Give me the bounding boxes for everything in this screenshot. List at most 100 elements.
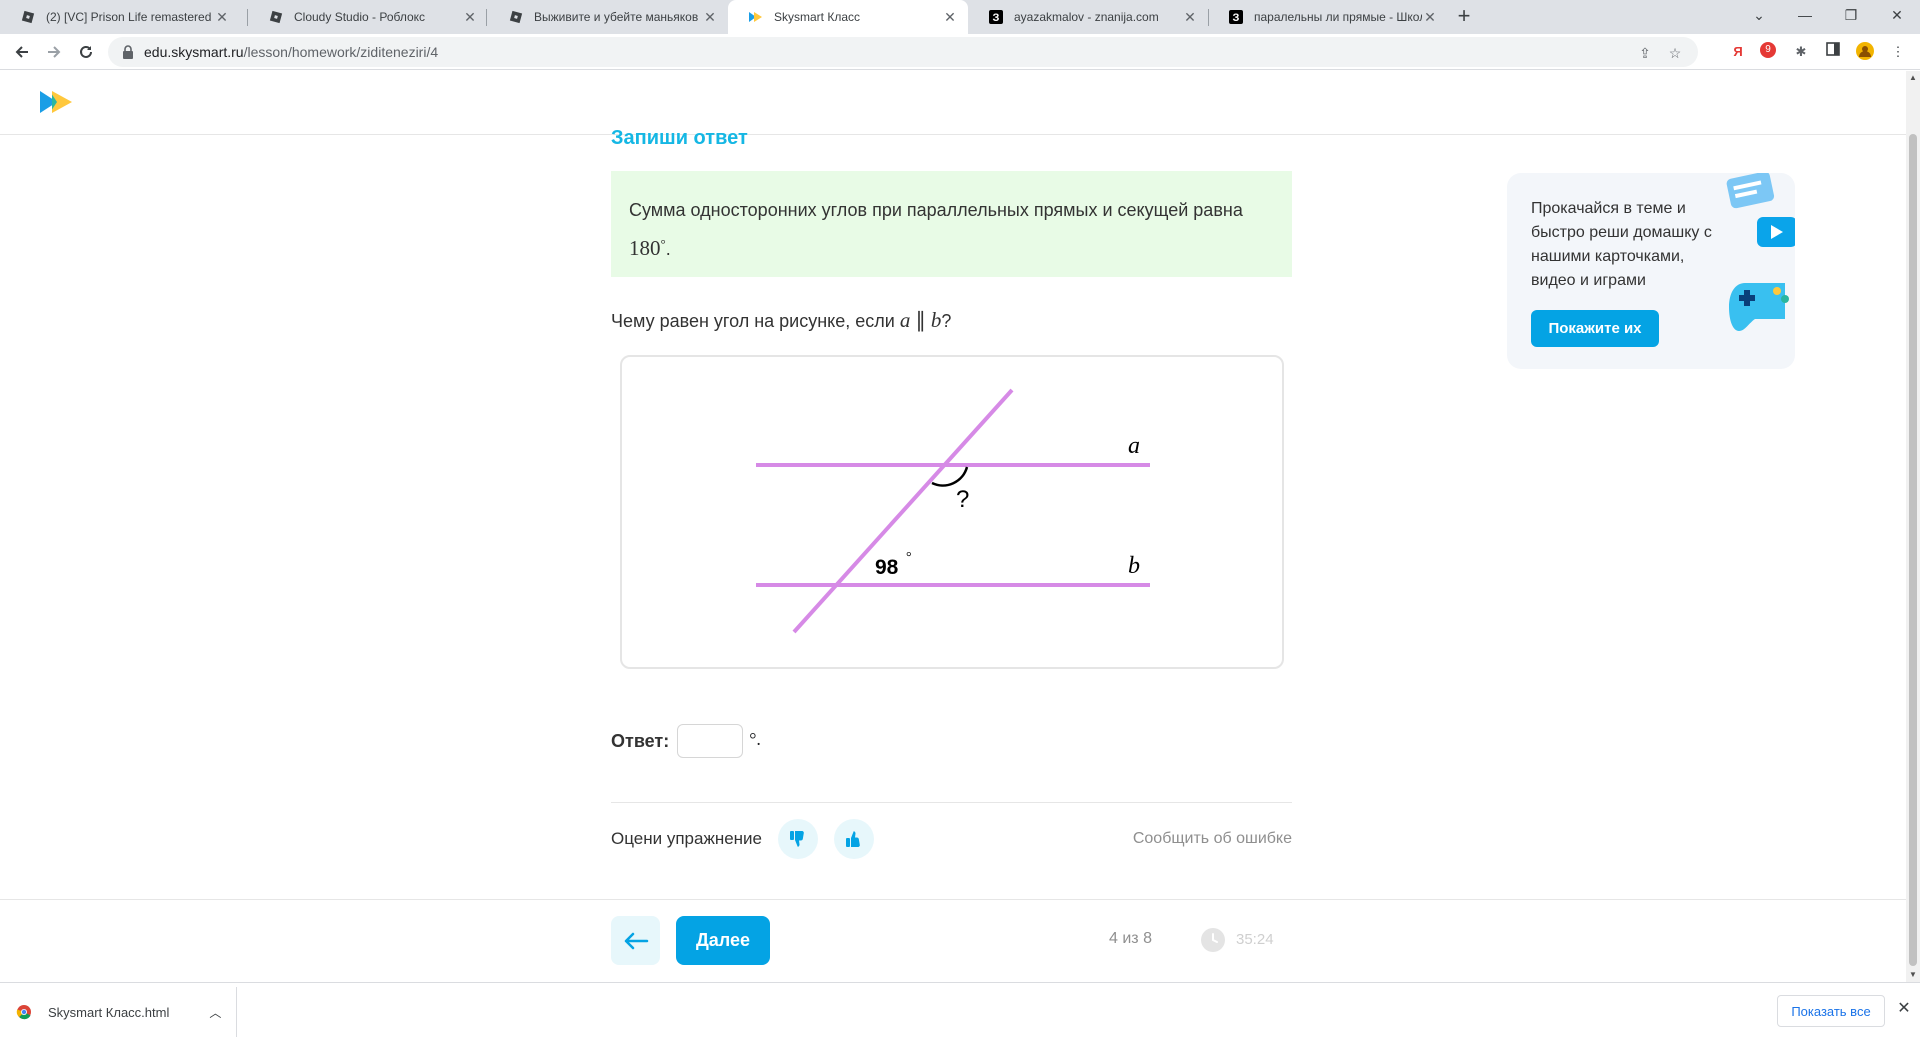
tab-znanija-question[interactable]: З паралельны ли прямые - Школ ✕ bbox=[1208, 0, 1448, 34]
angle-arc bbox=[931, 466, 969, 487]
tab-znanija-profile[interactable]: З ayazakmalov - znanija.com ✕ bbox=[968, 0, 1208, 34]
question-var-b: b bbox=[930, 308, 942, 332]
download-separator bbox=[236, 987, 237, 1037]
tab-title: паралельны ли прямые - Школ bbox=[1254, 10, 1422, 24]
back-button[interactable] bbox=[611, 916, 660, 965]
thumbs-down-button[interactable] bbox=[778, 819, 818, 859]
new-tab-button[interactable]: + bbox=[1452, 5, 1476, 29]
skysmart-logo[interactable] bbox=[40, 89, 74, 115]
known-angle-degree: ° bbox=[906, 550, 912, 565]
thumbs-up-button[interactable] bbox=[834, 819, 874, 859]
url-host: edu.skysmart.ru bbox=[144, 44, 244, 60]
roblox-icon bbox=[269, 10, 283, 24]
tab-title: Skysmart Класс bbox=[774, 10, 861, 24]
answer-degree-unit: °. bbox=[749, 728, 761, 749]
reload-icon[interactable] bbox=[72, 38, 100, 66]
close-icon[interactable]: ✕ bbox=[1422, 9, 1438, 25]
close-icon[interactable]: ✕ bbox=[702, 9, 718, 25]
promo-text: Прокачайся в теме и быстро реши домашку … bbox=[1531, 200, 1712, 289]
address-bar[interactable]: edu.skysmart.ru/lesson/homework/ziditene… bbox=[108, 37, 1698, 67]
answer-input[interactable] bbox=[677, 724, 744, 758]
progress-indicator: 4 из 8 bbox=[1109, 930, 1152, 947]
gamepad-icon bbox=[1729, 283, 1789, 331]
thumbs-down-icon bbox=[790, 831, 804, 847]
tab-strip: (2) [VC] Prison Life remastered (B ✕ Clo… bbox=[0, 0, 1920, 34]
restore-button[interactable]: ❐ bbox=[1828, 0, 1874, 30]
report-error-link[interactable]: Сообщить об ошибке bbox=[1133, 830, 1292, 848]
tab-skysmart[interactable]: Skysmart Класс ✕ bbox=[728, 0, 968, 34]
url-path: /lesson/homework/ziditeneziri/4 bbox=[243, 44, 439, 60]
notification-badge-icon[interactable]: 9 bbox=[1760, 42, 1776, 58]
minimize-button[interactable]: — bbox=[1782, 0, 1828, 30]
promo-button[interactable]: Покажите их bbox=[1531, 310, 1659, 347]
scroll-down-icon[interactable]: ▼ bbox=[1906, 968, 1920, 982]
promo-card: Прокачайся в теме и быстро реши домашку … bbox=[1507, 173, 1795, 369]
parallel-lines-diagram: a b ? 98 ° bbox=[756, 388, 1150, 634]
label-a: a bbox=[1128, 433, 1140, 459]
close-window-button[interactable]: ✕ bbox=[1874, 0, 1920, 30]
close-icon[interactable]: ✕ bbox=[462, 9, 478, 25]
chevron-up-icon[interactable]: ︿ bbox=[209, 1004, 221, 1021]
geometry-figure: a b ? 98 ° bbox=[620, 355, 1284, 669]
back-arrow-icon[interactable] bbox=[8, 38, 36, 66]
arrow-left-icon bbox=[624, 932, 648, 949]
tab-search-button[interactable]: ⌄ bbox=[1736, 0, 1782, 30]
extensions-puzzle-icon[interactable]: ✱ bbox=[1791, 42, 1811, 62]
roblox-icon bbox=[509, 10, 523, 24]
hint-box: Сумма односторонних углов при параллельн… bbox=[611, 171, 1292, 277]
known-angle-label: 98 bbox=[875, 556, 899, 579]
show-all-downloads-button[interactable]: Показать все bbox=[1777, 995, 1885, 1027]
side-panel-icon[interactable] bbox=[1823, 42, 1843, 62]
download-filename: Skysmart Класс.html bbox=[48, 1004, 170, 1020]
answer-row: Ответ: °. bbox=[611, 724, 761, 758]
question-prefix: Чему равен угол на рисунке, если bbox=[611, 311, 895, 331]
footer-divider bbox=[0, 899, 1906, 900]
video-icon bbox=[1757, 217, 1795, 247]
section-title: Запиши ответ bbox=[611, 127, 748, 149]
tab-separator bbox=[486, 9, 487, 26]
download-item[interactable]: Skysmart Класс.html ︿ bbox=[16, 995, 221, 1029]
skysmart-icon bbox=[749, 12, 762, 22]
roblox-icon bbox=[21, 10, 35, 24]
tab-prison-life[interactable]: (2) [VC] Prison Life remastered (B ✕ bbox=[0, 0, 240, 34]
forward-arrow-icon[interactable] bbox=[40, 38, 68, 66]
close-icon[interactable]: ✕ bbox=[214, 9, 230, 25]
scrollbar-thumb[interactable] bbox=[1909, 134, 1917, 966]
bookmark-star-icon[interactable]: ☆ bbox=[1666, 44, 1684, 62]
hint-value: 180 bbox=[629, 236, 661, 260]
question-text: Чему равен угол на рисунке, если a ∥ b? bbox=[611, 308, 951, 333]
tab-title: Cloudy Studio - Роблокс bbox=[294, 10, 426, 24]
lock-icon bbox=[123, 45, 133, 59]
yandex-icon[interactable]: Я bbox=[1728, 42, 1748, 62]
tab-title: ayazakmalov - znanija.com bbox=[1014, 10, 1159, 24]
tab-survive-maniacs[interactable]: Выживите и убейте маньяков в ✕ bbox=[488, 0, 728, 34]
transversal-line bbox=[792, 388, 1014, 634]
share-icon[interactable]: ⇪ bbox=[1636, 44, 1654, 62]
question-var-a: a bbox=[899, 308, 911, 332]
hint-period: . bbox=[665, 239, 671, 259]
close-icon[interactable]: ✕ bbox=[942, 9, 958, 25]
promo-illustration bbox=[1726, 173, 1795, 331]
timer: 35:24 bbox=[1236, 931, 1274, 948]
next-button[interactable]: Далее bbox=[676, 916, 770, 965]
menu-kebab-icon[interactable]: ⋮ bbox=[1888, 42, 1908, 62]
close-icon[interactable]: ✕ bbox=[1894, 999, 1914, 1019]
close-icon[interactable]: ✕ bbox=[1182, 9, 1198, 25]
tab-cloudy-studio[interactable]: Cloudy Studio - Роблокс ✕ bbox=[248, 0, 488, 34]
clock-icon bbox=[1201, 928, 1225, 952]
divider bbox=[611, 802, 1292, 803]
scroll-up-icon[interactable]: ▲ bbox=[1906, 71, 1920, 85]
znanija-icon: З bbox=[1229, 10, 1243, 24]
rate-label: Оцени упражнение bbox=[611, 829, 762, 848]
question-parallel: ∥ bbox=[915, 308, 926, 332]
thumbs-up-icon bbox=[846, 831, 860, 847]
tab-title: Выживите и убейте маньяков в bbox=[534, 10, 702, 24]
znanija-icon: З bbox=[989, 10, 1003, 24]
tab-title: (2) [VC] Prison Life remastered (B bbox=[46, 10, 214, 24]
profile-avatar-icon[interactable] bbox=[1855, 42, 1875, 62]
answer-label: Ответ: bbox=[611, 730, 670, 751]
cards-icon bbox=[1726, 173, 1775, 209]
site-header bbox=[0, 71, 1906, 135]
hint-text: Сумма односторонних углов при параллельн… bbox=[629, 200, 1243, 220]
rate-row: Оцени упражнение Сообщить об ошибке bbox=[611, 819, 1292, 859]
